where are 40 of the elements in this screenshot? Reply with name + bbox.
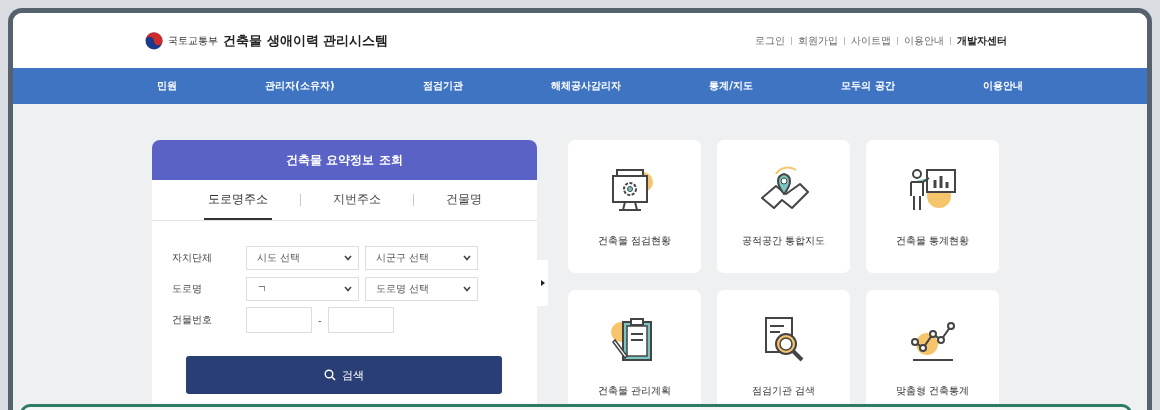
- chevron-down-icon: [463, 255, 471, 261]
- expand-tab[interactable]: [537, 260, 548, 306]
- panel-title: 건축물 요약정보 조회: [152, 140, 537, 180]
- header-link[interactable]: 개발자센터: [957, 33, 1007, 48]
- nav-item[interactable]: 해체공사감리자: [550, 79, 621, 93]
- chevron-down-icon: [463, 286, 471, 292]
- emblem-icon: [145, 31, 163, 50]
- chevron-down-icon: [344, 286, 352, 292]
- tab[interactable]: 도로명주소: [203, 180, 272, 220]
- select-field[interactable]: 도로명 선택: [365, 277, 478, 301]
- nav-item[interactable]: 이용안내: [982, 79, 1023, 93]
- select-field[interactable]: 시도 선택: [246, 246, 359, 270]
- field-label: 자치단체: [172, 251, 213, 265]
- menu-tile[interactable]: 공적공간 통합지도: [717, 140, 850, 273]
- nav-item[interactable]: 민원: [157, 79, 178, 93]
- header-link[interactable]: 사이트맵: [851, 33, 891, 48]
- ministry-name: 국토교통부: [168, 33, 218, 48]
- select-field[interactable]: 시군구 선택: [365, 246, 478, 270]
- header-link[interactable]: 이용안내: [904, 33, 944, 48]
- menu-tile[interactable]: 건축물 통계현황: [866, 140, 999, 273]
- search-icon: [324, 369, 336, 381]
- header-link[interactable]: 로그인: [755, 33, 785, 48]
- menu-tile[interactable]: 건축물 점검현황: [568, 140, 701, 273]
- search-button[interactable]: 검색: [186, 356, 502, 394]
- field-label: 도로명: [172, 282, 203, 296]
- header-link[interactable]: 회원가입: [798, 33, 838, 48]
- nav-item[interactable]: 모두의 공간: [841, 79, 895, 93]
- tab[interactable]: 건물명: [441, 180, 486, 220]
- select-field[interactable]: ㄱ: [246, 277, 359, 301]
- input-field[interactable]: [327, 307, 394, 333]
- chevron-down-icon: [344, 255, 352, 261]
- nav-item[interactable]: 관리자(소유자): [265, 79, 335, 93]
- nav-item[interactable]: 점검기관: [422, 79, 463, 93]
- caret-right-icon: [540, 280, 545, 286]
- separator-text: -: [318, 314, 322, 326]
- nav-item[interactable]: 통계/지도: [709, 79, 753, 93]
- site-title[interactable]: 건축물 생애이력 관리시스템: [223, 31, 389, 50]
- field-label: 건물번호: [172, 313, 213, 327]
- tab[interactable]: 지번주소: [328, 180, 385, 220]
- input-field[interactable]: [246, 307, 312, 333]
